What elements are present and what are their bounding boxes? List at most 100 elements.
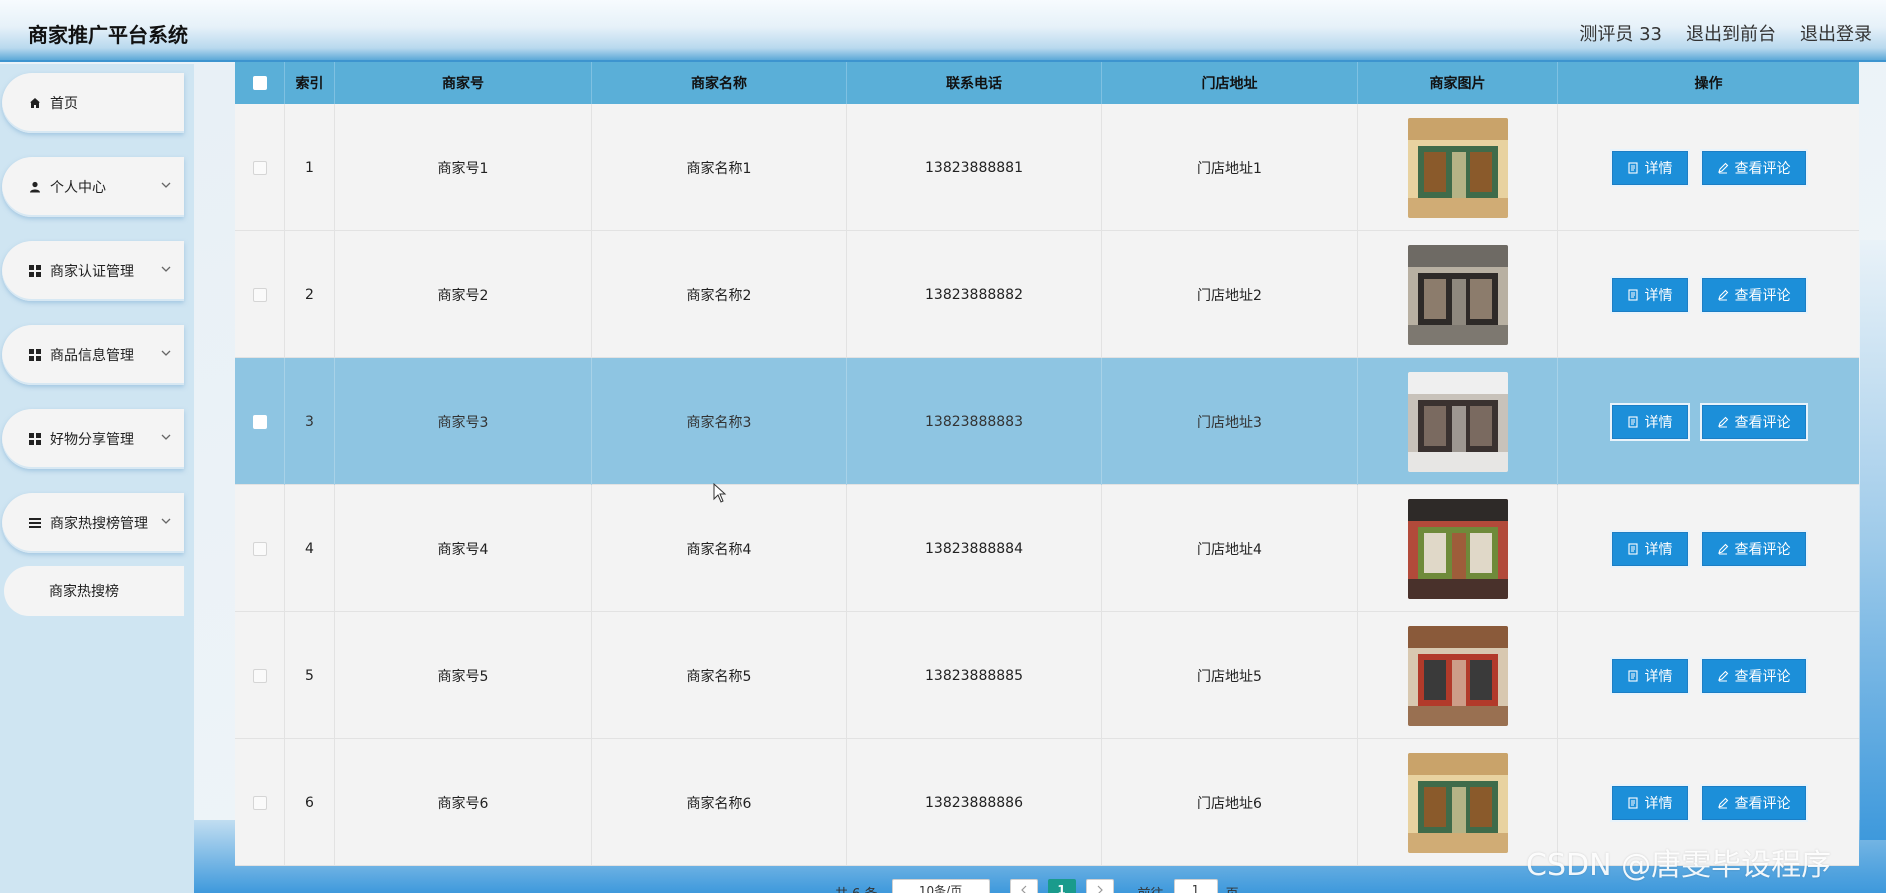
row-checkbox[interactable]: [252, 287, 267, 302]
row-select-cell: [235, 739, 285, 866]
view-comments-button[interactable]: 查看评论: [1701, 277, 1806, 312]
detail-button[interactable]: 详情: [1611, 531, 1688, 566]
cell-index-text: 3: [305, 413, 314, 430]
cell-merchant-name-text: 商家名称1: [686, 160, 752, 177]
view-comments-button[interactable]: 查看评论: [1701, 404, 1806, 439]
page-number-current[interactable]: 1: [1047, 879, 1076, 893]
document-icon: [1627, 669, 1638, 682]
table-header: 索引 商家号 商家名称 联系电话 门店地址 商家图片 操作: [235, 62, 1859, 104]
pagination: 共 6 条 10条/页 1 前往 1 页: [835, 879, 1239, 893]
cell-merchant-name: 商家名称6: [592, 739, 847, 866]
store-image-3[interactable]: [1407, 371, 1508, 472]
prev-page-button[interactable]: [1009, 879, 1038, 893]
cell-address-text: 门店地址1: [1197, 160, 1262, 177]
cell-merchant-no: 商家号1: [335, 104, 592, 231]
sidebar-item-label: 首页: [50, 96, 78, 112]
edit-icon: [1717, 289, 1728, 300]
document-icon: [1627, 161, 1638, 174]
sidebar-subitem-hot-search-list[interactable]: 商家热搜榜: [4, 566, 184, 616]
next-page-button[interactable]: [1085, 879, 1114, 893]
row-select-cell: [235, 358, 285, 485]
page-size-select[interactable]: 10条/页: [891, 879, 990, 893]
row-checkbox[interactable]: [252, 795, 267, 810]
cell-index-text: 4: [305, 540, 314, 557]
cell-index: 2: [285, 231, 335, 358]
cell-merchant-name: 商家名称1: [592, 104, 847, 231]
table-row[interactable]: 3 商家号3 商家名称3 13823888883 门店地址3 详情 查看评论: [235, 358, 1859, 485]
cell-phone: 13823888881: [847, 104, 1102, 231]
sidebar-item-good-share[interactable]: 好物分享管理: [2, 409, 184, 469]
sidebar-item-hot-search[interactable]: 商家热搜榜管理: [2, 493, 184, 553]
cell-index-text: 2: [305, 286, 314, 303]
row-checkbox[interactable]: [252, 541, 267, 556]
grid-icon: [28, 348, 42, 362]
cell-phone: 13823888884: [847, 485, 1102, 612]
detail-button[interactable]: 详情: [1611, 785, 1688, 820]
table-row[interactable]: 4 商家号4 商家名称4 13823888884 门店地址4 详情 查看评论: [235, 485, 1859, 612]
cell-address-text: 门店地址6: [1197, 795, 1262, 812]
detail-button[interactable]: 详情: [1611, 404, 1688, 439]
sidebar-item-merchant-certification[interactable]: 商家认证管理: [2, 241, 184, 301]
column-header-image: 商家图片: [1358, 62, 1558, 104]
cell-address: 门店地址6: [1102, 739, 1358, 866]
view-comments-button[interactable]: 查看评论: [1701, 658, 1806, 693]
cell-merchant-name-text: 商家名称3: [686, 414, 752, 431]
detail-button-label: 详情: [1644, 668, 1673, 685]
edit-icon: [1717, 670, 1728, 681]
pagination-total: 共 6 条: [835, 883, 878, 893]
detail-button[interactable]: 详情: [1611, 277, 1688, 312]
page-suffix: 页: [1226, 883, 1239, 893]
sidebar-item-product-info[interactable]: 商品信息管理: [2, 325, 184, 385]
cell-merchant-no: 商家号5: [335, 612, 592, 739]
store-image-2[interactable]: [1407, 244, 1508, 345]
detail-button-label: 详情: [1644, 795, 1673, 812]
cell-phone-text: 13823888885: [925, 667, 1023, 684]
app-title: 商家推广平台系统: [28, 23, 188, 47]
sidebar-item-personal-center[interactable]: 个人中心: [2, 157, 184, 217]
cell-merchant-name: 商家名称5: [592, 612, 847, 739]
cell-phone-text: 13823888886: [925, 794, 1023, 811]
detail-button[interactable]: 详情: [1611, 150, 1688, 185]
select-all-checkbox[interactable]: [252, 76, 267, 90]
cell-address: 门店地址3: [1102, 358, 1358, 485]
cell-phone-text: 13823888883: [925, 413, 1023, 430]
detail-button[interactable]: 详情: [1611, 658, 1688, 693]
row-checkbox[interactable]: [252, 414, 267, 429]
store-image-5[interactable]: [1407, 625, 1508, 726]
back-to-front-link[interactable]: 退出到前台: [1686, 20, 1776, 46]
goto-page-input[interactable]: 1: [1173, 879, 1218, 893]
cell-address-text: 门店地址4: [1197, 541, 1262, 558]
view-comments-button[interactable]: 查看评论: [1701, 531, 1806, 566]
row-checkbox[interactable]: [252, 668, 267, 683]
store-image-1[interactable]: [1407, 117, 1508, 218]
store-image-4[interactable]: [1407, 498, 1508, 599]
edit-icon: [1717, 162, 1728, 173]
sidebar-item-label: 商家认证管理: [50, 264, 134, 280]
cell-merchant-no: 商家号4: [335, 485, 592, 612]
table-row[interactable]: 2 商家号2 商家名称2 13823888882 门店地址2 详情 查看评论: [235, 231, 1859, 358]
merchant-table: 索引 商家号 商家名称 联系电话 门店地址 商家图片 操作 1 商家号1 商家名称1…: [235, 62, 1859, 866]
view-comments-button[interactable]: 查看评论: [1701, 150, 1806, 185]
wave-decoration-right: [1860, 240, 1886, 840]
cell-phone: 13823888882: [847, 231, 1102, 358]
column-header-actions: 操作: [1694, 76, 1723, 92]
cell-merchant-no: 商家号2: [335, 231, 592, 358]
cell-merchant-name: 商家名称4: [592, 485, 847, 612]
user-icon: [28, 180, 42, 194]
table-row[interactable]: 5 商家号5 商家名称5 13823888885 门店地址5 详情 查看评论: [235, 612, 1859, 739]
chevron-right-icon: [1097, 885, 1103, 893]
cell-actions: 详情 查看评论: [1558, 358, 1859, 485]
sidebar-item-home[interactable]: 首页: [2, 73, 184, 133]
chevron-down-icon: [161, 182, 171, 188]
cell-address-text: 门店地址2: [1197, 287, 1262, 304]
view-comments-button[interactable]: 查看评论: [1701, 785, 1806, 820]
edit-icon: [1717, 416, 1728, 427]
row-select-cell: [235, 231, 285, 358]
sidebar-item-label: 个人中心: [50, 180, 106, 196]
store-image-6[interactable]: [1407, 752, 1508, 853]
logout-link[interactable]: 退出登录: [1800, 20, 1872, 46]
view-comments-button-label: 查看评论: [1734, 160, 1791, 177]
column-header-phone: 联系电话: [847, 62, 1102, 104]
table-row[interactable]: 1 商家号1 商家名称1 13823888881 门店地址1 详情 查看评论: [235, 104, 1859, 231]
row-checkbox[interactable]: [252, 160, 267, 175]
